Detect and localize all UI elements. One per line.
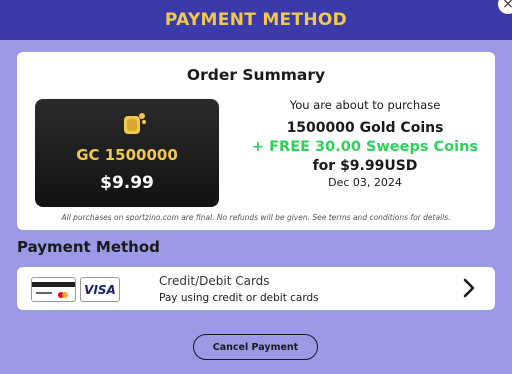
visa-card-icon: VISA <box>80 277 120 302</box>
gold-coins-amount: 1500000 Gold Coins <box>286 120 444 136</box>
page-title: PAYMENT METHOD <box>164 10 348 30</box>
payment-option-title: Credit/Debit Cards <box>159 274 270 288</box>
order-summary-card: Order Summary GC 1500000 $9.99 You are a… <box>17 52 495 230</box>
payment-option-subtitle: Pay using credit or debit cards <box>159 292 319 304</box>
cancel-payment-button[interactable]: Cancel Payment <box>193 334 318 360</box>
disclaimer-text: All purchases on sportzino.com are final… <box>61 213 451 222</box>
close-icon: × <box>502 0 512 12</box>
gold-coin-icon <box>124 113 146 134</box>
order-summary-title: Order Summary <box>186 66 326 84</box>
gc-amount-label: GC 1500000 <box>76 146 178 164</box>
purchase-intro: You are about to purchase <box>289 98 441 112</box>
payment-method-heading: Payment Method <box>17 238 160 256</box>
purchase-details: You are about to purchase 1500000 Gold C… <box>237 98 493 189</box>
product-price: $9.99 <box>100 173 154 193</box>
credit-debit-card-option[interactable]: VISA Credit/Debit Cards Pay using credit… <box>17 267 495 310</box>
visa-logo-text: VISA <box>84 282 116 297</box>
product-card: GC 1500000 $9.99 <box>35 99 219 207</box>
chevron-right-icon <box>463 278 475 298</box>
purchase-date: Dec 03, 2024 <box>328 176 402 189</box>
credit-card-icon <box>31 277 76 302</box>
price-line: for $9.99USD <box>312 158 418 174</box>
sweeps-bonus: + FREE 30.00 Sweeps Coins <box>251 139 479 155</box>
header-bar: PAYMENT METHOD <box>0 0 512 40</box>
